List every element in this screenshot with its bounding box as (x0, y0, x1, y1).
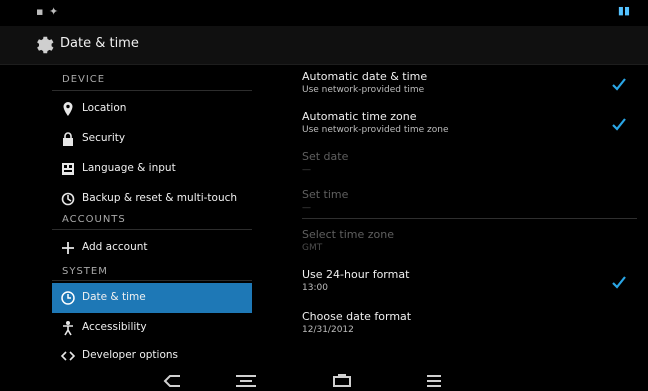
action-bar: Date & time (0, 26, 648, 65)
sidebar-item-developer[interactable]: Developer options (52, 341, 252, 371)
setting-summary: 12/31/2012 (302, 325, 354, 335)
accessibility-icon (63, 321, 73, 336)
setting-summary: 13:00 (302, 283, 328, 293)
navigation-bar (0, 371, 648, 391)
sidebar-item-language[interactable]: Language & input (52, 154, 252, 184)
sidebar-item-label: Developer options (82, 349, 179, 361)
location-icon (63, 102, 73, 116)
page-title: Date & time (60, 36, 139, 51)
setting-automatic-date-time[interactable]: Automatic date & time Use network-provid… (302, 66, 637, 100)
sidebar-item-accessibility[interactable]: Accessibility (52, 313, 252, 343)
clock-icon (61, 291, 75, 305)
plus-icon (62, 242, 74, 254)
sidebar-divider (52, 90, 252, 91)
recent-apps-icon[interactable] (328, 373, 356, 389)
setting-set-date[interactable]: Set date — (302, 146, 637, 180)
setting-automatic-time-zone[interactable]: Automatic time zone Use network-provided… (302, 106, 637, 140)
section-divider (302, 218, 637, 219)
setting-set-time[interactable]: Set time — (302, 184, 637, 218)
menu-icon[interactable] (420, 373, 448, 389)
sidebar-header-device: Device (62, 74, 106, 85)
checkbox-checked-icon[interactable] (611, 116, 627, 132)
setting-title: Set time (302, 188, 349, 201)
checkbox-checked-icon[interactable] (611, 76, 627, 92)
status-icons-right: ▮▮ (617, 4, 630, 17)
setting-choose-date-format[interactable]: Choose date format 12/31/2012 (302, 306, 637, 340)
sidebar-item-label: Accessibility (82, 321, 147, 333)
reset-icon (61, 192, 75, 206)
sidebar-item-date-time[interactable]: Date & time (52, 283, 252, 313)
setting-title: Use 24-hour format (302, 268, 410, 281)
sidebar-item-label: Date & time (82, 291, 146, 303)
sidebar-divider (52, 229, 252, 230)
sidebar-divider (52, 280, 252, 281)
setting-title: Set date (302, 150, 349, 163)
checkbox-checked-icon[interactable] (611, 274, 627, 290)
status-icons-left: ▪ ✦ (36, 5, 60, 18)
setting-title: Select time zone (302, 228, 395, 241)
developer-icon (60, 351, 76, 361)
status-bar: ▪ ✦ ▮▮ (0, 0, 648, 26)
back-icon[interactable] (160, 373, 188, 389)
setting-summary: GMT (302, 243, 323, 253)
setting-summary: Use network-provided time (302, 85, 425, 95)
sidebar-header-system: System (62, 266, 108, 277)
sidebar-item-backup[interactable]: Backup & reset & multi-touch (52, 184, 252, 214)
sidebar-item-add-account[interactable]: Add account (52, 233, 252, 263)
setting-title: Automatic date & time (302, 70, 428, 83)
sidebar-item-label: Location (82, 102, 127, 114)
sidebar-item-label: Language & input (82, 162, 176, 174)
sidebar-item-label: Backup & reset & multi-touch (82, 192, 238, 204)
sidebar-item-security[interactable]: Security (52, 124, 252, 154)
setting-use-24-hour-format[interactable]: Use 24-hour format 13:00 (302, 264, 637, 298)
sidebar-item-label: Add account (82, 241, 148, 253)
setting-title: Choose date format (302, 310, 412, 323)
setting-summary: Use network-provided time zone (302, 125, 449, 135)
sidebar-header-accounts: Accounts (62, 214, 126, 225)
lock-icon (63, 132, 73, 146)
keyboard-icon (62, 163, 74, 175)
setting-summary: — (302, 203, 311, 213)
sidebar-item-location[interactable]: Location (52, 94, 252, 124)
home-icon[interactable] (232, 373, 260, 389)
sidebar-item-label: Security (82, 132, 126, 144)
setting-summary: — (302, 165, 311, 175)
settings-gear-icon[interactable] (32, 34, 54, 56)
setting-title: Automatic time zone (302, 110, 417, 123)
setting-select-time-zone[interactable]: Select time zone GMT (302, 224, 637, 258)
